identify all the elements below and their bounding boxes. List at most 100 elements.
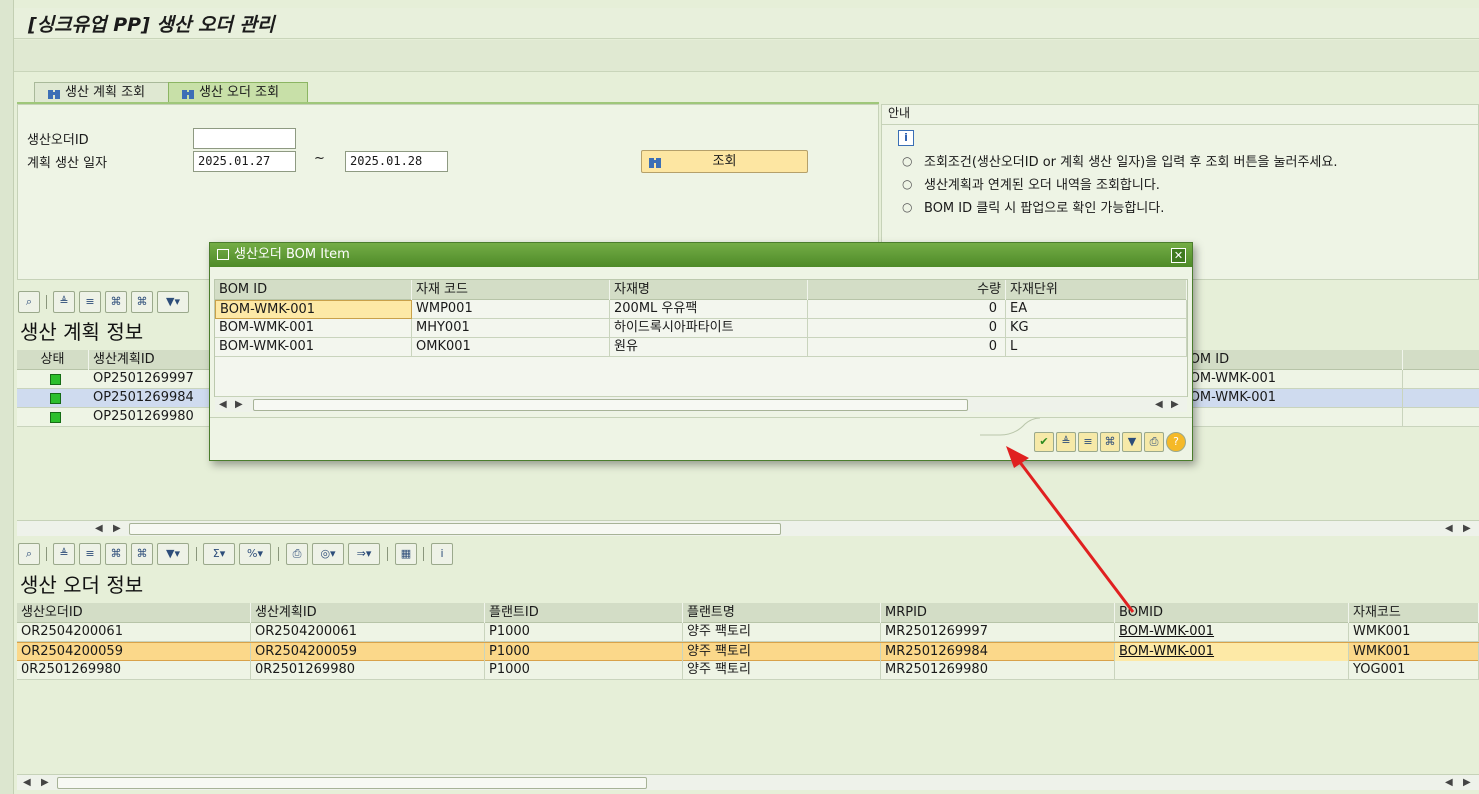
title-bar: [싱크유업 PP] 생산 오더 관리 (14, 8, 1479, 39)
material-name-cell: 200ML 우유팩 (610, 300, 808, 319)
material-code-cell: OMK001 (412, 338, 610, 357)
table-row[interactable]: BOM-WMK-001 MHY001 하이드록시아파타이트 0 KG (215, 319, 1187, 338)
zoom-icon[interactable]: ⌕ (18, 543, 40, 565)
table-row[interactable]: OR2504200061 OR2504200061 P1000 양주 팩토리 M… (17, 623, 1479, 642)
window-icon (217, 249, 229, 260)
popup-grid-scrollbar[interactable]: ◀ ▶ ◀ ▶ (215, 396, 1187, 412)
binoculars-icon (182, 90, 194, 99)
print-icon[interactable]: ⎙ (1144, 432, 1164, 452)
plant-name-cell: 양주 팩토리 (683, 623, 881, 642)
export-icon[interactable]: ⇒▾ (348, 543, 380, 565)
table-row[interactable]: 0R2501269980 0R2501269980 P1000 양주 팩토리 M… (17, 661, 1479, 680)
filter-icon[interactable]: ▼▾ (157, 543, 189, 565)
mrp-id-cell: MR2501269980 (881, 661, 1115, 680)
scroll-left-icon[interactable]: ◀ (1155, 399, 1163, 410)
find-icon[interactable]: ⌘ (1100, 432, 1120, 452)
plan-id-cell: OR2504200059 (251, 643, 485, 662)
sort-desc-icon[interactable]: ≡ (1078, 432, 1098, 452)
bom-item-popup: 생산오더 BOM Item ✕ BOM ID 자재 코드 자재명 수량 자재단위… (209, 242, 1193, 461)
scroll-left-icon[interactable]: ◀ (1445, 777, 1453, 788)
plant-name-cell: 양주 팩토리 (683, 661, 881, 680)
find-icon[interactable]: ⌘ (105, 291, 127, 313)
scroll-left-icon[interactable]: ◀ (219, 399, 227, 410)
sort-asc-icon[interactable]: ≜ (1056, 432, 1076, 452)
bom-id-link[interactable]: BOM-WMK-001 (1115, 623, 1349, 642)
date-from-input[interactable]: 2025.01.27 (193, 151, 296, 172)
scroll-right-icon[interactable]: ▶ (235, 399, 243, 410)
popup-title-bar: 생산오더 BOM Item ✕ (210, 243, 1192, 267)
filter-icon[interactable]: ▼ (1122, 432, 1142, 452)
print-icon[interactable]: ⎙ (286, 543, 308, 565)
sort-desc-icon[interactable]: ≡ (79, 543, 101, 565)
confirm-check-icon[interactable]: ✔ (1034, 432, 1054, 452)
col-plan-id: 생산계획ID (251, 603, 485, 623)
plan-date-label: 계획 생산 일자 (27, 156, 108, 171)
scroll-thumb[interactable] (253, 399, 968, 411)
material-code-cell: WMK001 (1349, 643, 1479, 662)
info-icon[interactable]: i (431, 543, 453, 565)
scroll-right-icon[interactable]: ▶ (41, 777, 49, 788)
bom-id-cell: BOM-WMK-001 (1177, 389, 1403, 408)
info-icon: i (898, 130, 914, 146)
help-icon[interactable]: ? (1166, 432, 1186, 452)
bullet-icon: ○ (902, 154, 913, 168)
page-title: [싱크유업 PP] 생산 오더 관리 (28, 14, 275, 36)
scroll-left-icon[interactable]: ◀ (95, 523, 103, 534)
query-button[interactable]: 조회 (641, 150, 808, 173)
table-row[interactable]: BOM-WMK-001 OMK001 원유 0 L (215, 338, 1187, 357)
status-green-icon (50, 412, 61, 423)
order-grid-toolbar: ⌕ ≜ ≡ ⌘ ⌘ ▼▾ Σ▾ %▾ ⎙ ◎▾ ⇒▾ ▦ i (18, 543, 458, 567)
info-line-1: 조회조건(생산오더ID or 계획 생산 일자)을 입력 후 조회 버튼을 눌러… (924, 155, 1338, 170)
bullet-icon: ○ (902, 200, 913, 214)
subtotal-icon[interactable]: %▾ (239, 543, 271, 565)
binoculars-icon (48, 90, 60, 99)
scroll-left-icon[interactable]: ◀ (1445, 523, 1453, 534)
divider (46, 295, 47, 309)
filter-icon[interactable]: ▼▾ (157, 291, 189, 313)
table-row[interactable]: BOM-WMK-001 WMP001 200ML 우유팩 0 EA (215, 300, 1187, 319)
table-row-selected[interactable]: OR2504200059 OR2504200059 P1000 양주 팩토리 M… (17, 642, 1479, 662)
views-icon[interactable]: ◎▾ (312, 543, 344, 565)
app-toolbar (14, 40, 1479, 72)
order-grid-scrollbar[interactable]: ◀ ▶ ◀ ▶ (17, 774, 1479, 790)
find-next-icon[interactable]: ⌘ (131, 543, 153, 565)
scroll-right-icon[interactable]: ▶ (1463, 777, 1471, 788)
order-id-input[interactable] (193, 128, 296, 149)
close-icon[interactable]: ✕ (1171, 248, 1186, 263)
unit-cell: KG (1006, 319, 1187, 338)
col-mrp-id: MRPID (881, 603, 1115, 623)
find-icon[interactable]: ⌘ (105, 543, 127, 565)
layout-grid-icon[interactable]: ▦ (395, 543, 417, 565)
zoom-icon[interactable]: ⌕ (18, 291, 40, 313)
tab-order-query[interactable]: 생산 오더 조회 (168, 82, 308, 103)
status-green-icon (50, 393, 61, 404)
material-code-cell: WMK001 (1349, 623, 1479, 642)
order-id-label: 생산오더ID (27, 133, 89, 148)
material-code-cell: YOG001 (1349, 661, 1479, 680)
sort-desc-icon[interactable]: ≡ (79, 291, 101, 313)
sort-asc-icon[interactable]: ≜ (53, 543, 75, 565)
scroll-left-icon[interactable]: ◀ (23, 777, 31, 788)
info-line-3: BOM ID 클릭 시 팝업으로 확인 가능합니다. (924, 201, 1165, 216)
annotation-arrow-line (1017, 460, 1135, 613)
col-status: 상태 (17, 350, 89, 370)
scroll-right-icon[interactable]: ▶ (1171, 399, 1179, 410)
sort-asc-icon[interactable]: ≜ (53, 291, 75, 313)
bom-id-cell: BOM-WMK-001 (215, 319, 412, 338)
find-next-icon[interactable]: ⌘ (131, 291, 153, 313)
popup-button-bar: ✔ ≜ ≡ ⌘ ▼ ⎙ ? (1034, 432, 1186, 454)
bom-id-link[interactable]: BOM-WMK-001 (1115, 643, 1349, 662)
date-separator: ~ (314, 151, 325, 166)
info-title: 안내 (888, 106, 911, 120)
scroll-right-icon[interactable]: ▶ (113, 523, 121, 534)
date-to-input[interactable]: 2025.01.28 (345, 151, 448, 172)
tab-plan-query[interactable]: 생산 계획 조회 (34, 82, 170, 103)
plan-grid-scrollbar[interactable]: ◀ ▶ ◀ ▶ (17, 520, 1479, 536)
scroll-right-icon[interactable]: ▶ (1463, 523, 1471, 534)
popup-grid-header: BOM ID 자재 코드 자재명 수량 자재단위 (215, 280, 1187, 300)
scroll-thumb[interactable] (57, 777, 647, 789)
divider (882, 124, 1479, 125)
sum-icon[interactable]: Σ▾ (203, 543, 235, 565)
bom-id-cell: BOM-WMK-001 (215, 338, 412, 357)
scroll-thumb[interactable] (129, 523, 781, 535)
